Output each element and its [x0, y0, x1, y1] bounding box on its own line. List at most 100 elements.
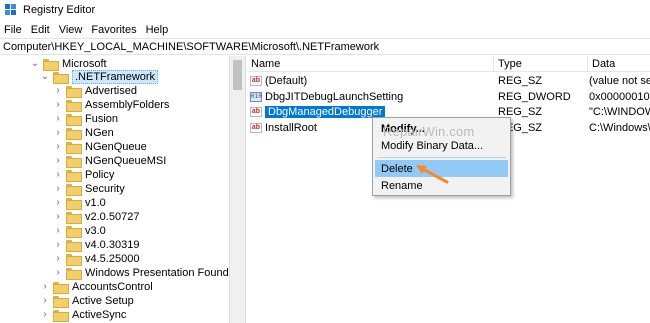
menu-favorites[interactable]: Favorites — [87, 24, 141, 36]
tree-item-security[interactable]: › Security — [53, 181, 125, 196]
tree-item-activesync[interactable]: › ActiveSync — [40, 307, 126, 322]
tree-item-label: Security — [85, 182, 125, 195]
value-name: DbgJITDebugLaunchSetting — [265, 90, 404, 103]
chevron-right-icon[interactable]: › — [53, 139, 63, 154]
tree-item-label: v1.0 — [85, 196, 106, 209]
chevron-down-icon[interactable]: ⌄ — [40, 69, 50, 84]
tree-item-advertised[interactable]: › Advertised — [53, 83, 137, 98]
title-bar: Registry Editor — [0, 0, 650, 20]
chevron-right-icon[interactable]: › — [53, 223, 63, 238]
chevron-right-icon[interactable]: › — [40, 293, 50, 308]
address-path: Computer\HKEY_LOCAL_MACHINE\SOFTWARE\Mic… — [3, 40, 380, 53]
tree-item-activesetup[interactable]: › Active Setup — [40, 293, 134, 308]
folder-icon — [53, 295, 69, 308]
tree-item-label: Active Setup — [72, 294, 134, 307]
chevron-right-icon[interactable]: › — [53, 195, 63, 210]
value-row[interactable]: ab (Default) REG_SZ (value not set) — [247, 73, 650, 88]
tree-item-v4-0[interactable]: › v4.0.30319 — [53, 237, 139, 252]
tree-item-label: Fusion — [85, 112, 119, 125]
chevron-right-icon[interactable]: › — [53, 237, 63, 252]
address-bar[interactable]: Computer\HKEY_LOCAL_MACHINE\SOFTWARE\Mic… — [0, 38, 650, 55]
chevron-right-icon[interactable]: › — [53, 153, 63, 168]
folder-icon — [66, 183, 82, 196]
tree-item-wpf[interactable]: › Windows Presentation Foundation — [53, 265, 229, 280]
folder-icon — [66, 239, 82, 252]
chevron-right-icon[interactable]: › — [40, 279, 50, 294]
tree-item-netframework[interactable]: ⌄ .NETFramework — [40, 69, 159, 84]
tree-item-v4-5[interactable]: › v4.5.25000 — [53, 251, 139, 266]
string-value-icon: ab — [250, 106, 262, 117]
value-name: DbgManagedDebugger — [265, 105, 386, 118]
chevron-right-icon[interactable]: › — [53, 83, 63, 98]
tree-item-label: v4.0.30319 — [85, 238, 140, 251]
tree-item-fusion[interactable]: › Fusion — [53, 111, 118, 126]
menu-item-modify-binary[interactable]: Modify Binary Data... — [375, 137, 508, 154]
folder-icon — [53, 281, 69, 294]
tree-item-assemblyfolders[interactable]: › AssemblyFolders — [53, 97, 169, 112]
value-data: "C:\WINDOWS\ — [589, 105, 650, 118]
chevron-right-icon[interactable]: › — [53, 251, 63, 266]
value-type: REG_SZ — [498, 105, 543, 118]
chevron-right-icon[interactable]: › — [53, 125, 63, 140]
registry-icon — [5, 4, 17, 16]
menu-bar: File Edit View Favorites Help — [0, 22, 650, 38]
tree-item-label: NGen — [85, 126, 114, 139]
tree-item-ngenqueue[interactable]: › NGenQueue — [53, 139, 147, 154]
value-row[interactable]: 010 DbgJITDebugLaunchSetting REG_DWORD 0… — [247, 89, 650, 104]
column-header-name[interactable]: Name — [247, 56, 494, 72]
tree-item-label: Windows Presentation Foundation — [85, 266, 229, 279]
menu-help[interactable]: Help — [142, 24, 174, 36]
folder-icon — [43, 58, 59, 71]
folder-icon — [66, 85, 82, 98]
tree-item-label: NGenQueueMSI — [85, 154, 167, 167]
value-name-cell: 010 DbgJITDebugLaunchSetting — [250, 89, 490, 104]
string-value-icon: ab — [250, 122, 262, 133]
tree-item-policy[interactable]: › Policy — [53, 167, 114, 182]
folder-icon — [66, 99, 82, 112]
chevron-right-icon[interactable]: › — [53, 181, 63, 196]
value-type: REG_DWORD — [498, 90, 571, 103]
column-header-data[interactable]: Data — [588, 56, 650, 72]
tree-item-label: v3.0 — [85, 224, 106, 237]
scrollbar-thumb[interactable] — [233, 60, 242, 90]
folder-icon — [53, 309, 69, 322]
chevron-right-icon[interactable]: › — [53, 265, 63, 280]
folder-icon — [66, 253, 82, 266]
column-header-type[interactable]: Type — [494, 56, 588, 72]
chevron-right-icon[interactable]: › — [53, 97, 63, 112]
tree-item-label: v2.0.50727 — [85, 210, 140, 223]
folder-icon — [66, 113, 82, 126]
folder-icon — [66, 197, 82, 210]
chevron-right-icon[interactable]: › — [53, 209, 63, 224]
menu-view[interactable]: View — [55, 24, 88, 36]
value-name-cell: ab (Default) — [250, 73, 490, 88]
tree-item-v3-0[interactable]: › v3.0 — [53, 223, 106, 238]
chevron-right-icon[interactable]: › — [40, 307, 50, 322]
value-name: (Default) — [265, 74, 308, 87]
value-data: C:\Windows\M — [589, 121, 650, 134]
menu-edit[interactable]: Edit — [27, 24, 55, 36]
chevron-right-icon[interactable]: › — [53, 111, 63, 126]
folder-icon — [66, 267, 82, 280]
tree-item-label: .NETFramework — [72, 69, 159, 84]
tree-item-label: Microsoft — [62, 57, 107, 70]
chevron-down-icon[interactable]: ⌄ — [30, 56, 40, 71]
tree-item-v2-0[interactable]: › v2.0.50727 — [53, 209, 139, 224]
string-value-icon: ab — [250, 75, 262, 86]
tree-item-ngen[interactable]: › NGen — [53, 125, 114, 140]
chevron-right-icon[interactable]: › — [53, 167, 63, 182]
tree-scrollbar[interactable] — [229, 56, 246, 323]
tree-item-accountscontrol[interactable]: › AccountsControl — [40, 279, 153, 294]
folder-icon — [66, 155, 82, 168]
dword-value-icon: 010 — [250, 91, 262, 102]
tree-item-label: Advertised — [85, 84, 137, 97]
folder-icon — [66, 127, 82, 140]
tree-item-label: Policy — [85, 168, 115, 181]
folder-icon — [66, 141, 82, 154]
tree-item-v1-0[interactable]: › v1.0 — [53, 195, 106, 210]
tree-item-label: v4.5.25000 — [85, 252, 140, 265]
key-tree: ⌄ Microsoft ⌄ .NETFramework › Advertised… — [0, 56, 229, 323]
tree-item-ngenqueuemsi[interactable]: › NGenQueueMSI — [53, 153, 166, 168]
menu-file[interactable]: File — [0, 24, 27, 36]
value-type: REG_SZ — [498, 74, 543, 87]
